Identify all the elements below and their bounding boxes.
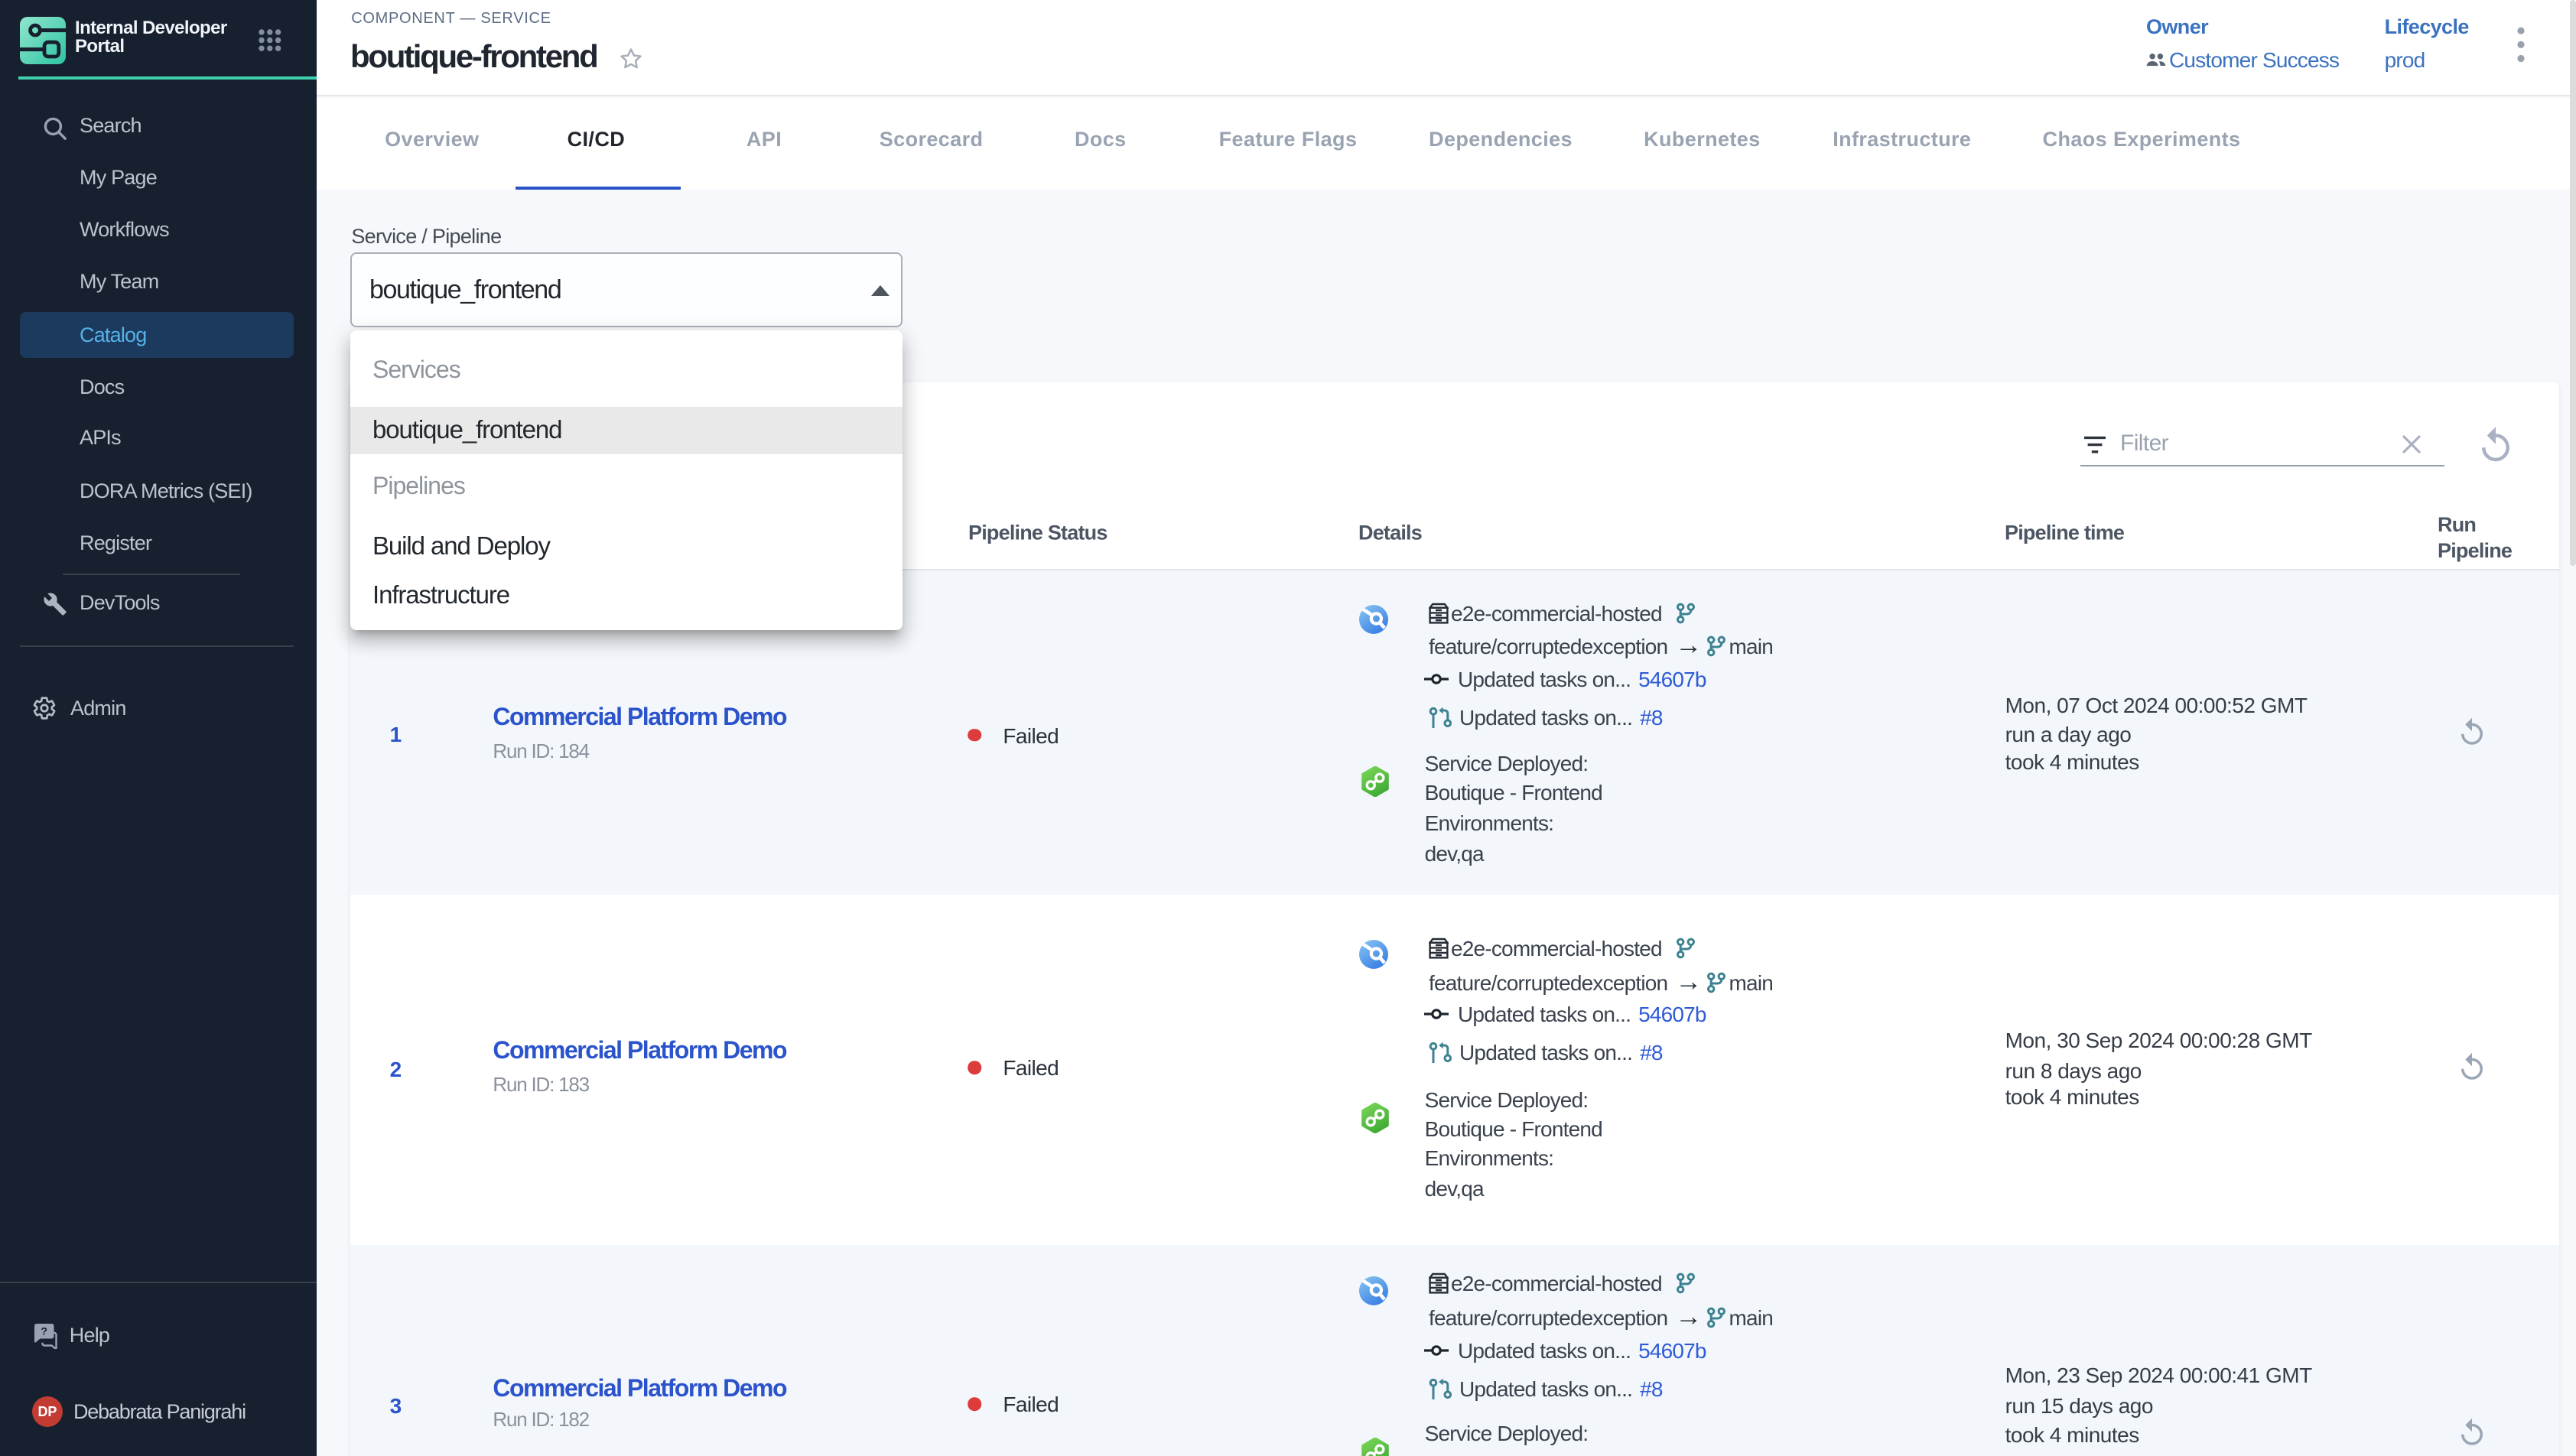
svg-text:?: ?: [41, 1325, 47, 1337]
